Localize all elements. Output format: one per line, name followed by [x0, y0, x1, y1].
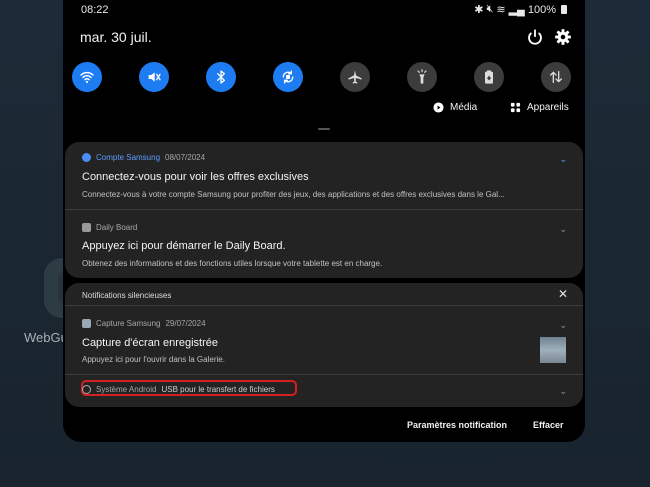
wifi-status-icon: ≋: [496, 4, 506, 16]
divider: [65, 305, 583, 306]
notification-panel: 08:22 ✱ 🔇︎ ≋ ▂▄ 100% mar. 30 juil. Média…: [63, 0, 585, 442]
up-down-arrows-icon: [550, 71, 562, 83]
notification-app-row: Compte Samsung 08/07/2024: [82, 153, 205, 162]
rotate-icon: [282, 70, 294, 84]
silent-notifications-card: Notifications silencieuses ✕ Capture Sam…: [65, 283, 583, 407]
power-saving-toggle[interactable]: [474, 62, 504, 92]
mute-toggle[interactable]: [139, 62, 169, 92]
mute-status-icon: 🔇︎: [486, 3, 494, 15]
account-icon: [82, 153, 91, 162]
wifi-icon: [80, 71, 94, 84]
bluetooth-status-icon: ✱: [474, 4, 484, 16]
media-label: Média: [450, 102, 478, 113]
date-label: mar. 30 juil.: [80, 29, 152, 45]
notification-app-row: Système Android USB pour le transfert de…: [82, 385, 275, 394]
settings-button[interactable]: [554, 28, 572, 46]
notification-app-name: Compte Samsung: [96, 153, 161, 162]
gear-icon: [555, 29, 571, 45]
notification-app-name: Capture Samsung: [96, 319, 161, 328]
notification-app-name: Système Android: [96, 385, 157, 394]
divider: [65, 374, 583, 375]
notification-app-name: Daily Board: [96, 223, 138, 232]
chevron-down-icon[interactable]: ⌄: [559, 224, 567, 235]
signal-status-icon: ▂▄: [508, 4, 525, 16]
auto-rotate-toggle[interactable]: [273, 62, 303, 92]
quick-settings-row: [63, 62, 585, 94]
status-icons: ✱ 🔇︎ ≋ ▂▄ 100%: [474, 3, 567, 16]
devices-label: Appareils: [527, 102, 569, 113]
silent-notifications-header: Notifications silencieuses: [82, 291, 172, 300]
notification-title: Capture d'écran enregistrée: [82, 337, 219, 349]
chevron-down-icon[interactable]: ⌄: [559, 386, 567, 397]
status-bar: 08:22 ✱ 🔇︎ ≋ ▂▄ 100%: [63, 0, 585, 20]
android-system-icon: [82, 385, 91, 394]
notification-body: Appuyez ici pour l'ouvrir dans la Galeri…: [82, 355, 225, 364]
play-icon: [433, 102, 444, 113]
battery-icon: [561, 5, 567, 14]
notification-settings-button[interactable]: Paramètres notification: [407, 420, 507, 430]
power-button[interactable]: [526, 28, 544, 46]
close-icon[interactable]: ✕: [558, 287, 568, 301]
notification-body: Obtenez des informations et des fonction…: [82, 259, 383, 268]
notification-app-row: Capture Samsung 29/07/2024: [82, 319, 206, 328]
flashlight-icon: [417, 69, 427, 84]
bluetooth-toggle[interactable]: [206, 62, 236, 92]
app-label: WebGu: [24, 330, 68, 345]
devices-button[interactable]: Appareils: [510, 102, 569, 113]
notification-date: 08/07/2024: [165, 153, 206, 162]
notification-title: USB pour le transfert de fichiers: [161, 385, 275, 394]
power-icon: [528, 29, 542, 45]
airplane-toggle[interactable]: [340, 62, 370, 92]
media-button[interactable]: Média: [433, 102, 477, 113]
daily-board-icon: [82, 223, 91, 232]
image-icon: [82, 319, 91, 328]
wifi-toggle[interactable]: [72, 62, 102, 92]
divider: [65, 209, 583, 210]
notification-card: Compte Samsung 08/07/2024 ⌄ Connectez-vo…: [65, 142, 583, 278]
notification-date: 29/07/2024: [165, 319, 206, 328]
drag-handle[interactable]: [318, 128, 330, 130]
battery-percent: 100%: [527, 3, 556, 16]
airplane-icon: [348, 70, 362, 84]
notification-title: Appuyez ici pour démarrer le Daily Board…: [82, 240, 286, 252]
notification-body: Connectez-vous à votre compte Samsung po…: [82, 190, 505, 199]
notification-app-row: Daily Board: [82, 223, 137, 232]
notification-title: Connectez-vous pour voir les offres excl…: [82, 171, 309, 183]
screenshot-thumbnail[interactable]: [540, 337, 566, 363]
bluetooth-icon: [217, 70, 225, 84]
mute-icon: [148, 72, 161, 82]
status-time: 08:22: [81, 4, 109, 16]
battery-saver-icon: [485, 70, 493, 84]
clear-button[interactable]: Effacer: [533, 420, 564, 430]
data-transfer-toggle[interactable]: [541, 62, 571, 92]
chevron-down-icon[interactable]: ⌄: [559, 154, 567, 165]
grid-icon: [510, 102, 521, 113]
flashlight-toggle[interactable]: [407, 62, 437, 92]
chevron-down-icon[interactable]: ⌄: [559, 320, 567, 331]
